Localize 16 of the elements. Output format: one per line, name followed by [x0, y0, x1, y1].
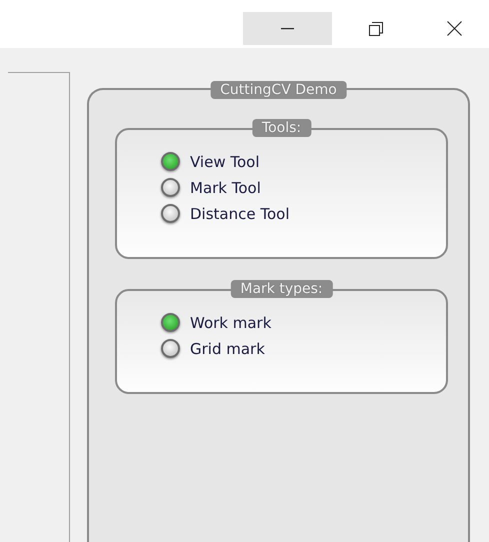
- option-label[interactable]: Grid mark: [190, 340, 265, 358]
- radio-button[interactable]: [161, 152, 180, 171]
- radio-button[interactable]: [161, 313, 180, 332]
- radio-button[interactable]: [161, 339, 180, 358]
- option-label[interactable]: Mark Tool: [190, 178, 261, 196]
- option-label[interactable]: Work mark: [190, 314, 272, 332]
- group-title: Mark types:: [230, 280, 333, 298]
- group-title: Tools:: [252, 119, 312, 137]
- option-label[interactable]: View Tool: [190, 152, 260, 170]
- minimize-icon: [281, 28, 294, 30]
- option-label[interactable]: Distance Tool: [190, 204, 290, 222]
- radio-button[interactable]: [161, 178, 180, 197]
- panel-title: CuttingCV Demo: [210, 81, 347, 99]
- close-icon: [447, 21, 462, 36]
- radio-button[interactable]: [161, 204, 180, 223]
- restore-icon: [369, 22, 383, 36]
